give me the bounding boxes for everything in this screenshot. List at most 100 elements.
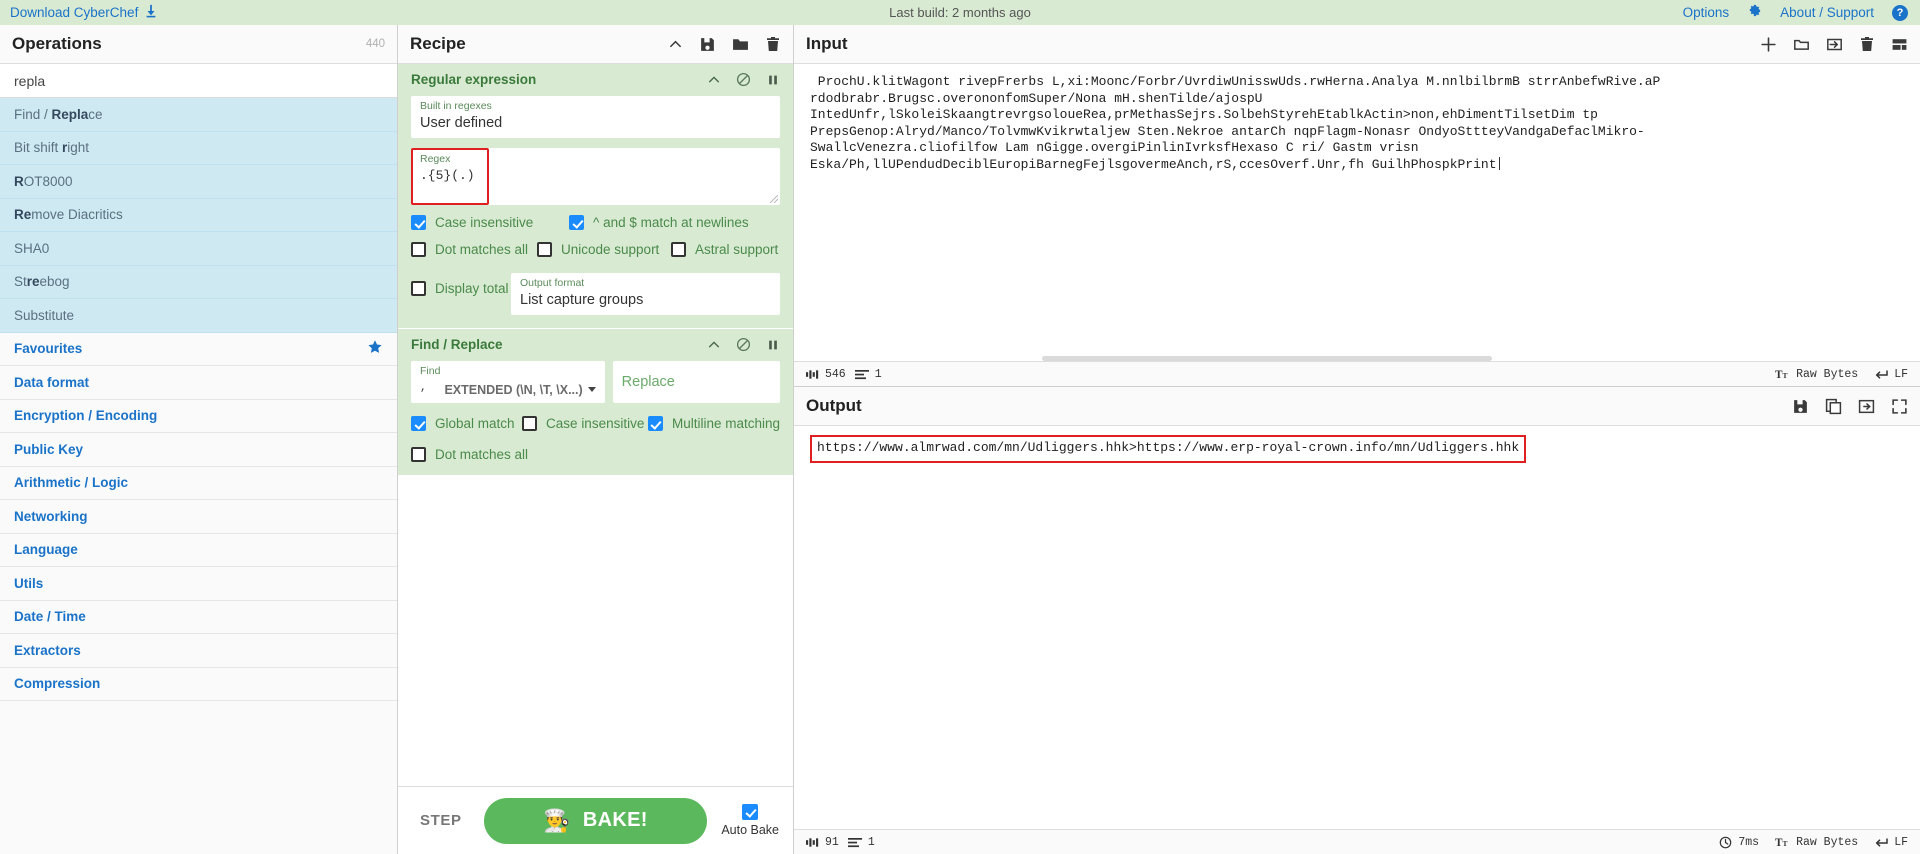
find-value[interactable]: , — [420, 378, 440, 398]
find-mode-value[interactable]: EXTENDED (\N, \T, \X...) — [444, 383, 582, 398]
checkbox-box[interactable] — [569, 215, 584, 230]
search-input[interactable] — [0, 64, 397, 98]
about-support-link[interactable]: About / Support — [1780, 5, 1874, 20]
recipe-operation-find-replace[interactable]: Find / Replace Find, EXTENDED (\N, \T, \X.… — [398, 329, 793, 476]
open-folder-icon[interactable] — [1793, 36, 1810, 53]
category-label: Public Key — [14, 441, 84, 457]
collapse-chevron-icon[interactable] — [707, 338, 721, 352]
input-font-group[interactable]: TT Raw Bytes — [1775, 368, 1858, 381]
auto-bake-toggle[interactable]: Auto Bake — [721, 804, 779, 837]
output-lines-group[interactable]: 1 — [847, 836, 875, 849]
checkbox-unicode-support[interactable]: Unicode support — [537, 242, 671, 257]
load-recipe-icon[interactable] — [732, 36, 749, 53]
input-eol-group[interactable]: LF — [1874, 368, 1908, 381]
download-arrow-icon[interactable] — [144, 4, 158, 21]
collapse-chevron-icon[interactable] — [668, 37, 683, 52]
find-label: Find — [420, 365, 441, 377]
category-compression[interactable]: Compression — [0, 667, 397, 701]
checkbox-anchors-newlines[interactable]: ^ and $ match at newlines — [569, 215, 749, 230]
download-cyberchef-link[interactable]: Download CyberChef — [10, 5, 138, 20]
category-date-time[interactable]: Date / Time — [0, 600, 397, 634]
input-textarea[interactable]: ProchU.klitWagont rivepFrerbs L,xi:Moonc… — [794, 64, 1920, 361]
operation-result[interactable]: Streebog — [0, 265, 397, 299]
category-encryption-encoding[interactable]: Encryption / Encoding — [0, 399, 397, 433]
checkbox-box[interactable] — [411, 242, 426, 257]
disable-operation-icon[interactable] — [736, 337, 751, 352]
input-lines-group[interactable]: 1 — [854, 368, 882, 381]
checkbox-box[interactable] — [411, 447, 426, 462]
checkbox-astral-support[interactable]: Astral support — [671, 242, 778, 257]
operation-result[interactable]: SHA0 — [0, 232, 397, 266]
category-data-format[interactable]: Data format — [0, 366, 397, 400]
category-utils[interactable]: Utils — [0, 567, 397, 601]
output-length-group[interactable]: 91 — [806, 836, 839, 849]
replace-placeholder: Replace — [621, 373, 675, 390]
options-link[interactable]: Options — [1683, 5, 1730, 20]
checkbox-box[interactable] — [411, 215, 426, 230]
checkbox-multiline-matching[interactable]: Multiline matching — [647, 416, 780, 431]
reset-layout-icon[interactable] — [1891, 36, 1908, 53]
abc-icon — [806, 369, 819, 380]
category-favourites[interactable]: Favourites — [0, 332, 397, 366]
regex-input[interactable]: Regex .{5}(.) — [411, 148, 489, 205]
replace-input-with-output-icon[interactable] — [1858, 398, 1875, 415]
checkbox-box[interactable] — [671, 242, 686, 257]
operation-result[interactable]: ROT8000 — [0, 165, 397, 199]
checkbox-dot-matches-all[interactable]: Dot matches all — [411, 242, 537, 257]
checkbox-box[interactable] — [411, 281, 426, 296]
clear-input-icon[interactable] — [1859, 36, 1875, 52]
breakpoint-pause-icon[interactable] — [766, 338, 780, 352]
checkbox-display-total[interactable]: Display total — [411, 281, 511, 296]
save-output-icon[interactable] — [1792, 398, 1809, 415]
checkbox-box[interactable] — [411, 416, 426, 431]
replace-field[interactable]: Replace — [612, 361, 780, 403]
category-language[interactable]: Language — [0, 533, 397, 567]
operation-result[interactable]: Remove Diacritics — [0, 198, 397, 232]
auto-bake-checkbox[interactable] — [742, 804, 759, 820]
checkbox-box[interactable] — [647, 416, 663, 431]
builtin-regexes-select[interactable]: Built in regexes User defined — [411, 96, 780, 138]
maximise-output-icon[interactable] — [1891, 398, 1908, 415]
category-arithmetic-logic[interactable]: Arithmetic / Logic — [0, 466, 397, 500]
operation-result[interactable]: Substitute — [0, 299, 397, 333]
open-folder-as-input-icon[interactable] — [1826, 36, 1843, 53]
find-field[interactable]: Find, EXTENDED (\N, \T, \X...) — [411, 361, 605, 403]
output-area[interactable]: https://www.almrwad.com/mn/Udliggers.hhk… — [794, 426, 1920, 829]
disable-operation-icon[interactable] — [736, 72, 751, 87]
step-button[interactable]: STEP — [412, 812, 470, 829]
breakpoint-pause-icon[interactable] — [766, 73, 780, 87]
checkbox-box[interactable] — [537, 242, 552, 257]
collapse-chevron-icon[interactable] — [707, 73, 721, 87]
star-icon[interactable] — [367, 339, 383, 359]
category-networking[interactable]: Networking — [0, 500, 397, 534]
recipe-operation-regular-expression[interactable]: Regular expression Built in regexes User d… — [398, 64, 793, 329]
checkbox-label: Dot matches all — [435, 242, 529, 257]
bake-button[interactable]: 👨‍🍳 BAKE! — [483, 797, 708, 844]
textarea-resize-grip[interactable] — [770, 195, 778, 203]
output-format-select[interactable]: Output format List capture groups — [511, 273, 780, 315]
operation-result[interactable]: Find / Replace — [0, 98, 397, 132]
clear-recipe-icon[interactable] — [765, 36, 781, 52]
gear-icon[interactable] — [1747, 3, 1762, 22]
input-horizontal-scrollbar[interactable] — [794, 356, 1920, 361]
checkbox-global-match[interactable]: Global match — [411, 416, 522, 431]
checkbox-dot-matches-all[interactable]: Dot matches all — [411, 447, 528, 462]
input-length-group[interactable]: 546 — [806, 368, 846, 381]
category-public-key[interactable]: Public Key — [0, 433, 397, 467]
category-extractors[interactable]: Extractors — [0, 634, 397, 668]
chevron-down-icon[interactable] — [587, 387, 596, 392]
input-eol-value: LF — [1894, 367, 1908, 381]
output-encoding-value: Raw Bytes — [1796, 835, 1859, 849]
checkbox-case-insensitive[interactable]: Case insensitive — [411, 215, 569, 230]
add-input-tab-icon[interactable] — [1760, 36, 1777, 53]
output-font-group[interactable]: TT Raw Bytes — [1775, 836, 1858, 849]
output-duration-group[interactable]: 7ms — [1719, 836, 1759, 849]
output-eol-group[interactable]: LF — [1874, 836, 1908, 849]
operation-result-label: Find / Replace — [14, 106, 103, 122]
save-recipe-icon[interactable] — [699, 36, 716, 53]
question-mark-icon[interactable]: ? — [1892, 4, 1908, 21]
copy-output-icon[interactable] — [1825, 398, 1842, 415]
operation-result[interactable]: Bit shift right — [0, 131, 397, 165]
checkbox-case-insensitive[interactable]: Case insensitive — [522, 416, 648, 431]
checkbox-box[interactable] — [522, 416, 538, 431]
